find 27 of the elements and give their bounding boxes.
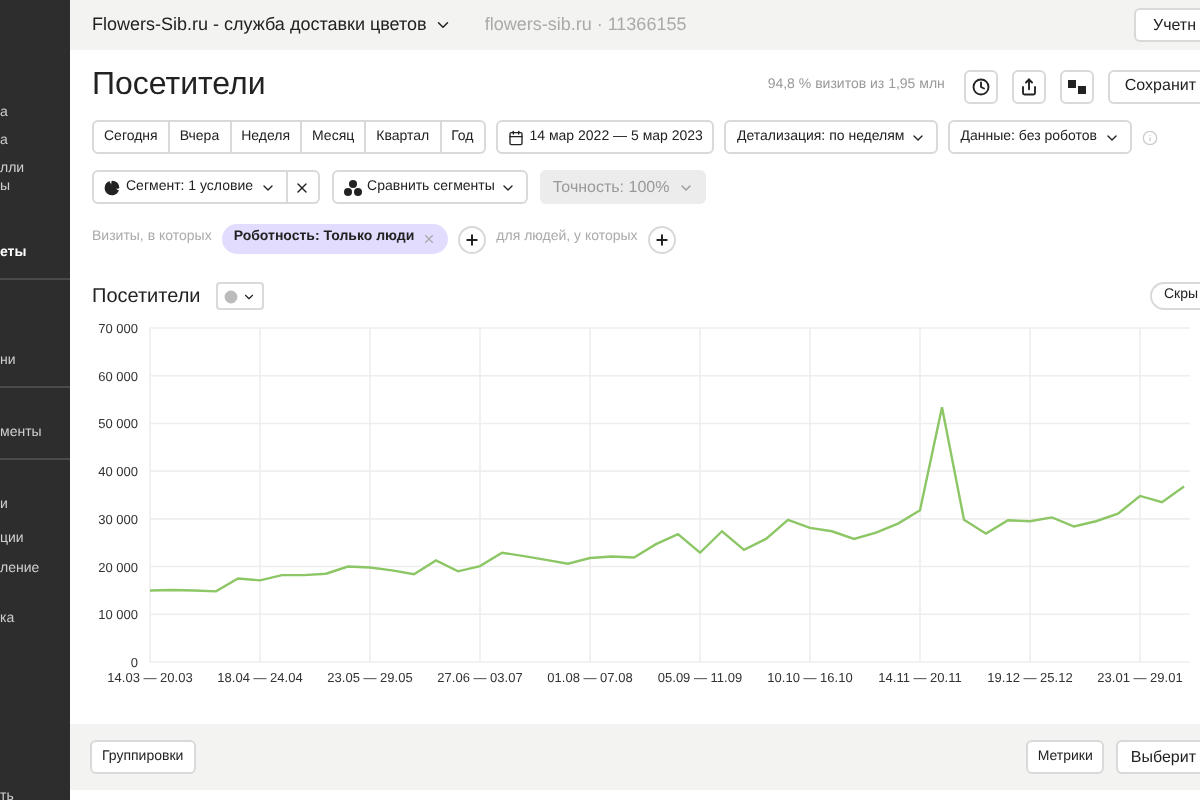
account-button[interactable]: Учетн <box>1134 8 1200 42</box>
chevron-icon <box>242 289 257 303</box>
clear-segment-button[interactable] <box>287 170 320 204</box>
plus-icon <box>653 231 670 247</box>
add-people-condition-button[interactable] <box>647 225 676 253</box>
chevron-icon <box>434 16 453 34</box>
plus-icon <box>464 231 481 247</box>
history-button[interactable] <box>964 69 999 103</box>
pie-icon <box>104 179 120 195</box>
close-icon <box>422 232 437 246</box>
page-title: Посетители <box>92 70 266 102</box>
compare-button[interactable] <box>1060 69 1095 103</box>
circle-icon <box>224 289 239 303</box>
chart-title: Посетители <box>92 283 201 311</box>
share-icon <box>1020 77 1039 95</box>
counter-dropdown[interactable]: Flowers-Sib.ru - служба доставки цветов <box>92 11 453 39</box>
clock-icon <box>972 77 991 95</box>
info-icon <box>1141 129 1158 145</box>
counter-id: flowers-sib.ru · 11366155 <box>484 11 687 38</box>
add-condition-button[interactable] <box>458 225 487 253</box>
squares-icon <box>1068 77 1087 95</box>
segments-icon <box>343 179 362 195</box>
save-button[interactable]: Сохранит <box>1108 69 1200 103</box>
export-button[interactable] <box>1012 69 1047 103</box>
select-button[interactable]: Выберит <box>1116 740 1200 774</box>
close-icon <box>294 179 311 195</box>
calendar-icon <box>507 129 524 145</box>
